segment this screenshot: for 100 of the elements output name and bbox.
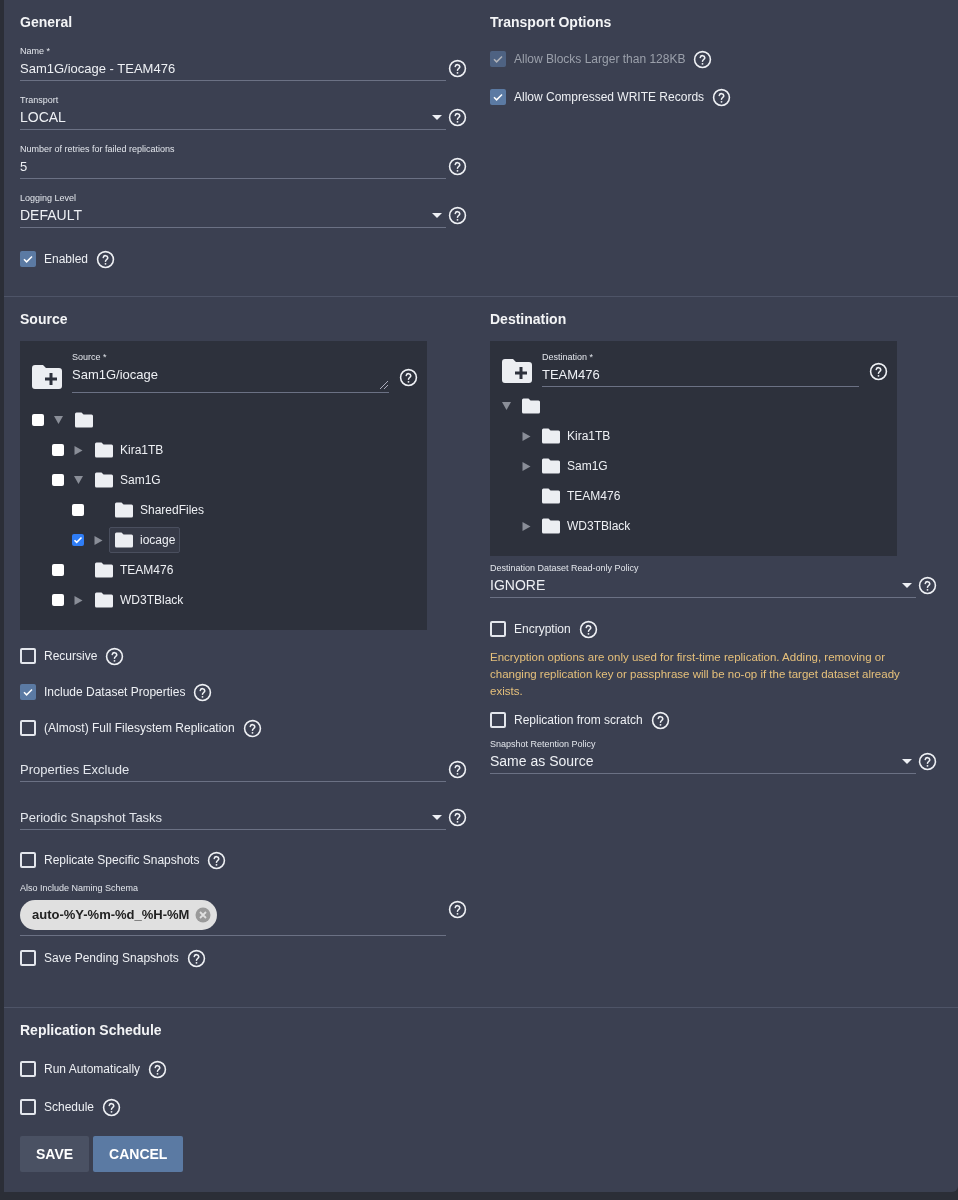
collapsed-arrow-icon[interactable] [522,521,531,531]
checkbox[interactable] [52,474,64,486]
tree-node[interactable]: TEAM476 [89,557,179,583]
dropdown-caret-icon [902,583,912,588]
checkbox[interactable] [20,648,36,664]
help-icon[interactable] [448,108,467,127]
collapsed-arrow-icon[interactable] [74,595,83,605]
field-label: Snapshot Retention Policy [490,738,597,750]
select-field[interactable]: IGNORE [490,574,916,598]
cancel-button[interactable]: CANCEL [93,1136,184,1172]
help-icon[interactable] [193,682,213,702]
help-icon[interactable] [399,368,418,387]
help-icon[interactable] [448,899,467,919]
field-label: Transport [20,94,60,106]
add-folder-icon[interactable] [502,359,532,383]
help-icon[interactable] [918,576,937,595]
tree-node-label: WD3TBlack [567,518,631,535]
dropdown-caret-icon [902,759,912,764]
chip[interactable]: auto-%Y-%m-%d_%H-%M [20,899,218,930]
input-field[interactable]: Sam1G/iocage - TEAM476 [20,57,446,81]
select-field[interactable]: Periodic Snapshot Tasks [20,806,446,830]
collapsed-arrow-icon[interactable] [522,461,531,471]
tree-node[interactable]: SharedFiles [109,497,210,523]
checkbox[interactable] [52,594,64,606]
resize-handle-icon[interactable] [379,380,389,390]
checkbox-label: Allow Blocks Larger than 128KB [514,51,686,68]
field-label: Destination Dataset Read-only Policy [490,562,640,574]
tree-node[interactable]: WD3TBlack [89,587,189,613]
folder-icon [94,442,114,458]
section-title: Replication Schedule [20,1021,163,1039]
path-field[interactable]: Sam1G/iocage [72,363,389,393]
help-icon[interactable] [448,760,467,779]
input-field[interactable]: 5 [20,155,446,179]
help-icon[interactable] [448,808,467,827]
select-field[interactable]: Same as Source [490,750,916,774]
help-icon[interactable] [105,646,125,666]
checkbox[interactable] [20,1099,36,1115]
checkbox-label: Encryption [514,621,571,638]
checkbox[interactable] [20,1061,36,1077]
select-field[interactable]: DEFAULT [20,204,446,228]
checkbox[interactable] [490,89,506,105]
collapsed-arrow-icon[interactable] [94,535,103,545]
checkbox[interactable] [52,564,64,576]
folder-icon [541,488,561,504]
checkbox-label: Schedule [44,1099,95,1116]
expanded-arrow-icon[interactable] [502,402,511,410]
help-icon[interactable] [918,752,937,771]
help-icon[interactable] [448,59,467,78]
folder-icon [74,412,94,428]
tree-node[interactable]: Sam1G [89,467,166,493]
help-icon[interactable] [102,1097,122,1117]
folder-icon [541,518,561,534]
checkbox[interactable] [52,444,64,456]
help-icon[interactable] [650,710,670,730]
checkbox[interactable] [20,720,36,736]
help-icon[interactable] [448,206,467,225]
checkmark-icon [22,253,34,265]
help-icon[interactable] [242,718,262,738]
expanded-arrow-icon[interactable] [54,416,63,424]
checkbox[interactable] [72,534,84,546]
checkbox[interactable] [490,712,506,728]
dropdown-caret-icon [432,815,442,820]
help-icon[interactable] [96,249,116,269]
help-icon[interactable] [148,1059,168,1079]
chip-input-field[interactable]: auto-%Y-%m-%d_%H-%M [20,894,446,936]
collapsed-arrow-icon[interactable] [74,445,83,455]
folder-icon [114,532,134,548]
input-field[interactable]: Properties Exclude [20,758,446,782]
save-button[interactable]: SAVE [20,1136,90,1172]
folder-icon [94,472,114,488]
checkmark-icon [73,535,83,545]
checkbox[interactable] [20,251,36,267]
checkbox[interactable] [490,621,506,637]
select-field[interactable]: LOCAL [20,106,446,130]
field-label: Number of retries for failed replications [20,143,176,155]
checkbox[interactable] [20,684,36,700]
checkbox[interactable] [32,414,44,426]
checkbox[interactable] [20,950,36,966]
path-field[interactable]: TEAM476 [542,363,859,387]
field-label: Name * [20,45,51,57]
help-icon[interactable] [869,362,888,381]
checkbox-label: (Almost) Full Filesystem Replication [44,720,235,737]
help-icon[interactable] [712,87,732,107]
checkbox[interactable] [20,852,36,868]
help-icon[interactable] [578,619,598,639]
help-icon[interactable] [207,850,227,870]
expanded-arrow-icon[interactable] [74,476,83,484]
tree-node[interactable]: Kira1TB [89,437,169,463]
help-icon[interactable] [186,948,206,968]
add-folder-icon[interactable] [32,365,62,389]
checkbox-label: Replication from scratch [514,712,643,729]
checkbox[interactable] [72,504,84,516]
checkbox-label: Allow Compressed WRITE Records [514,89,705,106]
dropdown-caret-icon [432,115,442,120]
help-icon[interactable] [448,157,467,176]
help-icon[interactable] [693,49,713,69]
tree-node[interactable]: iocage [109,527,181,553]
dropdown-caret-icon [432,213,442,218]
collapsed-arrow-icon[interactable] [522,431,531,441]
tree-node-label: Sam1G [567,458,608,475]
